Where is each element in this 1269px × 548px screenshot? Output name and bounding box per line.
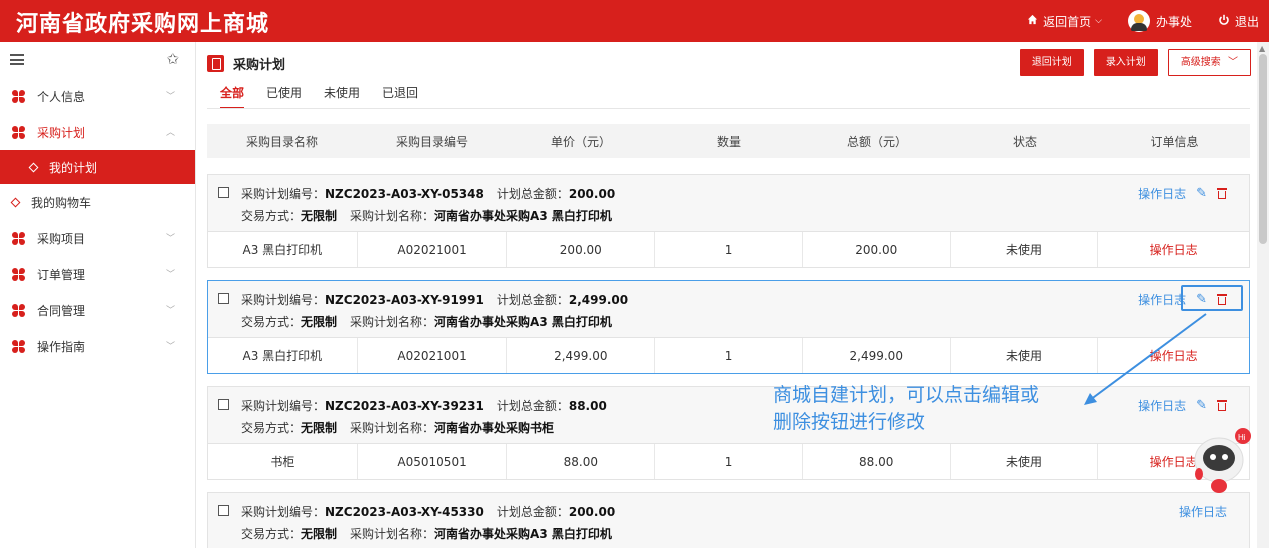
svg-text:Hi: Hi [1238, 433, 1246, 442]
page-scrollbar[interactable]: ▲ [1257, 42, 1269, 548]
annotation-arrow [1084, 313, 1207, 405]
assistant-robot-icon[interactable]: Hi [1185, 420, 1255, 498]
scroll-up-icon[interactable]: ▲ [1259, 44, 1265, 53]
scrollbar-thumb[interactable] [1259, 54, 1267, 244]
